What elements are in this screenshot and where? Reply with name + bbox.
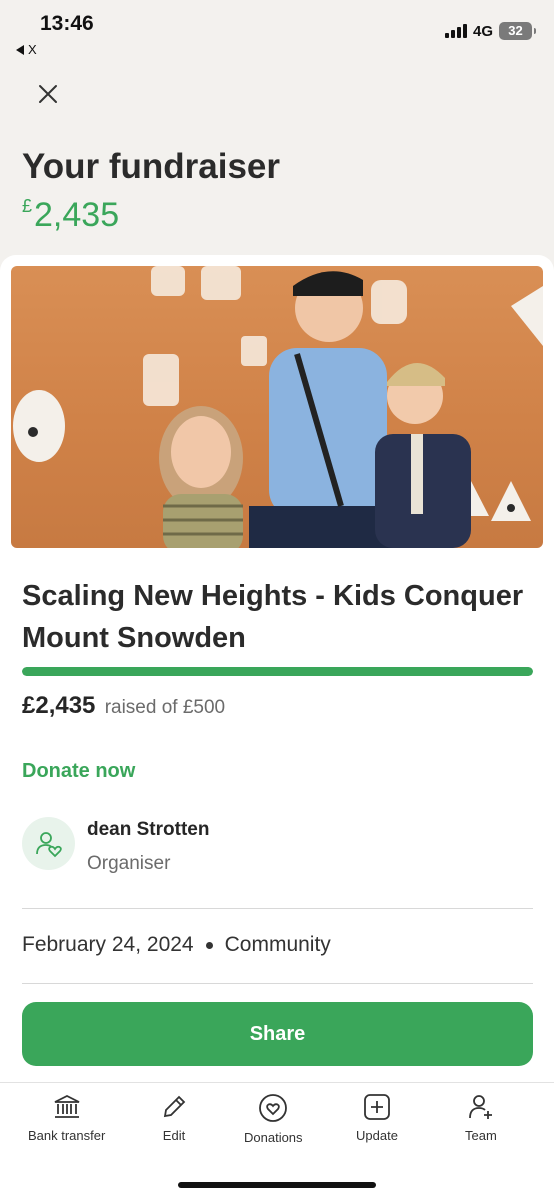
created-date: February 24, 2024 — [22, 933, 194, 956]
raised-summary: £2,435 raised of £500 — [22, 692, 225, 720]
header-amount: £2,435 — [22, 196, 119, 235]
status-bar: 13:46 X 4G 32 — [0, 0, 554, 62]
signal-icon — [444, 24, 467, 38]
share-button[interactable]: Share — [22, 1002, 533, 1066]
cover-photo-illustration — [13, 266, 543, 548]
plus-square-icon — [364, 1094, 390, 1120]
close-button[interactable] — [34, 80, 62, 108]
donate-now-link[interactable]: Donate now — [22, 760, 135, 783]
page-title: Your fundraiser — [22, 147, 281, 186]
organiser-avatar — [22, 817, 75, 870]
raised-goal-text: raised of £500 — [104, 697, 226, 718]
home-indicator — [178, 1182, 376, 1188]
divider-top — [22, 908, 533, 909]
nav-donations[interactable]: Donations — [244, 1093, 303, 1145]
heart-circle-icon — [259, 1094, 288, 1122]
nav-label: Edit — [162, 1128, 186, 1143]
battery-icon: 32 — [499, 22, 536, 40]
close-icon — [39, 85, 57, 103]
fundraiser-card: Scaling New Heights - Kids Conquer Mount… — [0, 255, 554, 1085]
separator-dot — [205, 941, 213, 949]
back-to-app[interactable]: X — [16, 42, 37, 57]
header-amount-currency: £ — [22, 196, 33, 216]
fundraiser-cover-image[interactable] — [11, 266, 543, 548]
nav-label: Team — [465, 1128, 497, 1143]
status-time: 13:46 — [40, 12, 94, 35]
add-person-icon — [468, 1095, 492, 1119]
organiser-row[interactable]: dean Strotten Organiser — [22, 817, 209, 875]
progress-bar — [22, 667, 533, 676]
header-amount-value: 2,435 — [34, 196, 120, 234]
back-app-label: X — [28, 42, 37, 57]
person-heart-icon — [35, 831, 62, 857]
status-indicators: 4G 32 — [444, 22, 536, 40]
nav-label: Update — [356, 1128, 398, 1143]
back-triangle-icon — [16, 44, 24, 55]
nav-update[interactable]: Update — [356, 1093, 398, 1143]
organiser-role: Organiser — [87, 853, 171, 874]
bank-icon — [54, 1094, 80, 1118]
divider-bottom — [22, 983, 533, 984]
nav-label: Bank transfer — [28, 1128, 106, 1143]
pencil-icon — [163, 1095, 186, 1118]
nav-edit[interactable]: Edit — [160, 1093, 188, 1143]
nav-bank-transfer[interactable]: Bank transfer — [28, 1093, 105, 1143]
network-type: 4G — [472, 22, 493, 40]
nav-team[interactable]: Team — [465, 1093, 497, 1143]
fundraiser-title: Scaling New Heights - Kids Conquer Mount… — [22, 580, 524, 654]
category-label[interactable]: Community — [225, 933, 331, 957]
organiser-name: dean Strotten — [87, 819, 210, 840]
nav-label: Donations — [244, 1130, 303, 1145]
progress-fill — [22, 667, 533, 676]
fundraiser-meta: February 24, 2024 Community — [22, 933, 331, 957]
organiser-text: dean Strotten Organiser — [87, 817, 209, 875]
raised-amount: £2,435 — [22, 692, 96, 719]
